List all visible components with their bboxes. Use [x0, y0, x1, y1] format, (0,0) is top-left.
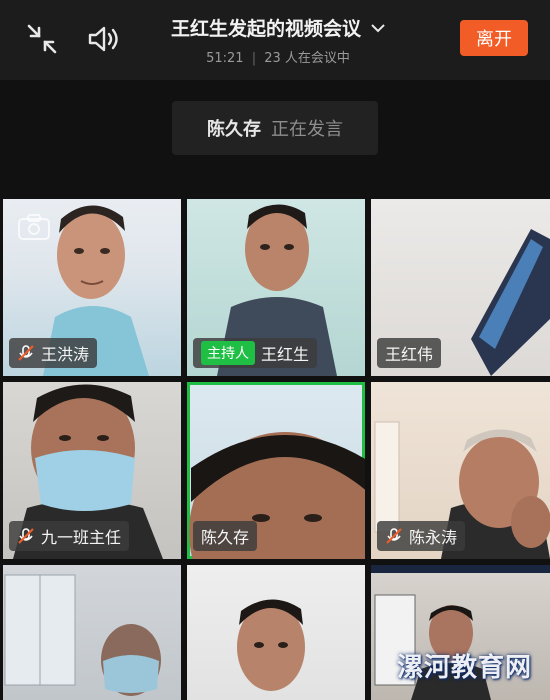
video-tile[interactable]: 主持人 王红生: [187, 199, 365, 376]
speaking-status: 正在发言: [271, 119, 343, 140]
participant-name: 王洪涛: [41, 345, 90, 364]
leave-button[interactable]: 离开: [460, 20, 528, 56]
speaker-icon[interactable]: [84, 20, 126, 58]
host-tag: 主持人: [201, 341, 255, 365]
video-tile[interactable]: 陈永涛: [371, 382, 550, 559]
mic-off-icon: [386, 528, 402, 544]
collapse-icon[interactable]: [22, 20, 62, 58]
participant-name: 陈永涛: [409, 528, 458, 547]
meeting-title: 王红生发起的视频会议: [170, 18, 361, 40]
camera-switch-icon[interactable]: [17, 213, 51, 241]
participant-name: 王红伟: [385, 345, 434, 364]
speaking-name: 陈久存: [207, 119, 261, 140]
video-tile[interactable]: 九一班主任: [3, 382, 181, 559]
participant-name: 陈久存: [201, 528, 250, 547]
separator: |: [251, 51, 257, 66]
top-bar: 王红生发起的视频会议 51:21 | 23 人在会议中 离开: [0, 0, 550, 80]
video-tile[interactable]: 王红伟: [371, 199, 550, 376]
video-tile[interactable]: 王洪涛: [3, 199, 181, 376]
participant-name-badge: 九一班主任: [9, 521, 130, 551]
participant-name-badge: 陈久存: [193, 521, 258, 551]
video-tile-active-speaker[interactable]: 陈久存: [187, 382, 365, 559]
video-tile[interactable]: [3, 565, 181, 700]
speaker-banner-area: 陈久存 正在发言: [0, 80, 550, 197]
speaking-indicator: 陈久存 正在发言: [172, 101, 378, 155]
meeting-subtitle: 51:21 | 23 人在会议中: [148, 47, 408, 66]
video-grid: 王洪涛 主持人 王红生 王红伟 九一班主任 陈久存 陈永涛 漯河教育网: [0, 197, 550, 700]
participant-name: 王红生: [261, 345, 310, 364]
mic-off-icon: [18, 345, 34, 361]
meeting-duration: 51:21: [206, 51, 244, 66]
video-tile[interactable]: 漯河教育网: [371, 565, 550, 700]
participant-video: [237, 599, 305, 691]
chevron-down-icon[interactable]: [371, 23, 385, 33]
participant-name-badge: 王洪涛: [9, 338, 98, 368]
mic-off-icon: [18, 528, 34, 544]
participant-count: 23 人在会议中: [264, 51, 350, 66]
participant-name-badge: 主持人 王红生: [193, 338, 318, 368]
meeting-title-area[interactable]: 王红生发起的视频会议 51:21 | 23 人在会议中: [148, 14, 408, 66]
participant-video: [4, 574, 161, 696]
participant-name-badge: 王红伟: [377, 338, 442, 368]
video-tile[interactable]: [187, 565, 365, 700]
watermark-text: 漯河教育网: [396, 653, 532, 683]
participant-name: 九一班主任: [41, 528, 122, 547]
participant-name-badge: 陈永涛: [377, 521, 466, 551]
